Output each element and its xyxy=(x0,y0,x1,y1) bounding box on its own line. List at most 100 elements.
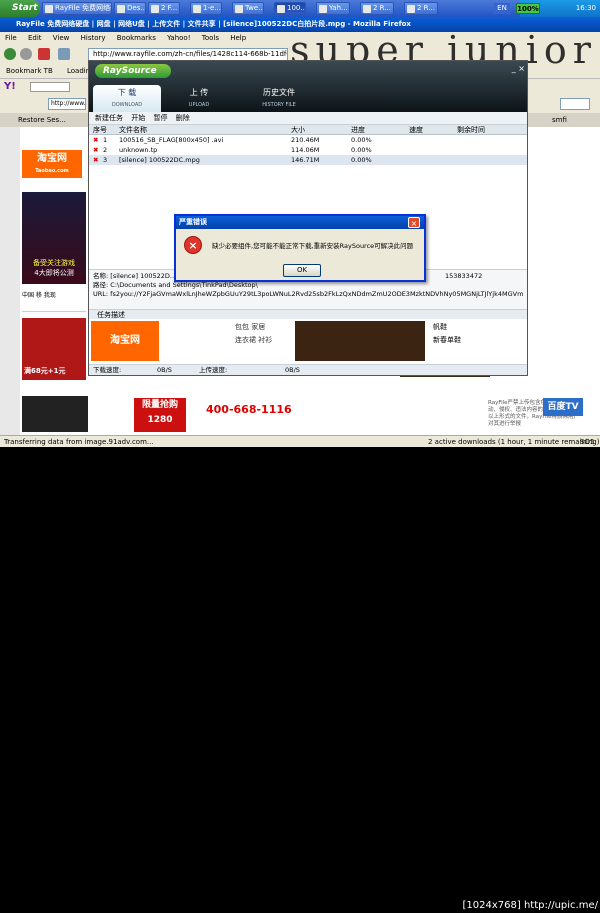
tab-restore-session[interactable]: Restore Ses... xyxy=(18,113,66,127)
row-name: unknown.tp xyxy=(119,146,158,154)
table-row[interactable]: ✖ 2 unknown.tp 114.06M 0.00% xyxy=(89,145,527,155)
row-progress: 0.00% xyxy=(351,156,372,164)
table-row-selected[interactable]: ✖ 3 [silence] 100522DC.mpg 146.71M 0.00% xyxy=(89,155,527,165)
category-bags[interactable]: 包包 xyxy=(235,323,249,331)
taskbar-button[interactable]: 2 R... xyxy=(404,2,438,15)
fashion-ad[interactable] xyxy=(295,321,425,361)
row-progress: 0.00% xyxy=(351,146,372,154)
row-progress: 0.00% xyxy=(351,136,372,144)
path-label: 路径: xyxy=(93,281,109,289)
taobao-ad[interactable]: 淘宝网 Taobao.com xyxy=(22,150,82,178)
row-name: 100516_SB_FLAG[800x450] .avi xyxy=(119,136,224,144)
address-input-partial[interactable]: http://www.r xyxy=(48,98,86,110)
tab-smfb[interactable]: smfi xyxy=(552,113,567,127)
path-value: C:\Documents and Settings\TinkPad\Deskto… xyxy=(110,281,258,289)
menu-yahoo[interactable]: Yahoo! xyxy=(167,34,190,42)
tab-download[interactable]: 下 载 DOWNLOAD xyxy=(93,85,161,112)
task-description-label: 任务描述 xyxy=(97,311,125,319)
window-controls[interactable]: _ × xyxy=(489,64,525,74)
china-mobile-ad[interactable]: 中国 移 我现 xyxy=(22,290,86,312)
back-icon[interactable] xyxy=(4,48,16,60)
taskbar-button[interactable]: 1-e... xyxy=(190,2,222,15)
shoe-category-list: 帆鞋 新春单鞋 xyxy=(433,321,523,361)
col-progress[interactable]: 进度 xyxy=(351,125,365,135)
pause-task-button[interactable]: 暂停 xyxy=(153,114,167,122)
dialog-title: 严重错误 xyxy=(176,216,424,229)
home-icon[interactable] xyxy=(58,48,70,60)
taskbar-button[interactable]: 2 R... xyxy=(360,2,394,15)
col-remaining[interactable]: 剩余时间 xyxy=(457,125,485,135)
taobao-ad-small[interactable]: 淘宝网 xyxy=(91,321,159,361)
category-home[interactable]: 家居 xyxy=(251,323,265,331)
battery-indicator: 100% xyxy=(516,3,540,14)
download-speed-value: 0B/S xyxy=(157,366,172,374)
tab-history-label: 历史文件 xyxy=(263,88,295,97)
table-row[interactable]: ✖ 1 100516_SB_FLAG[800x450] .avi 210.46M… xyxy=(89,135,527,145)
taskbar-button[interactable]: 100... xyxy=(274,2,306,15)
col-speed[interactable]: 速度 xyxy=(409,125,423,135)
raysource-toolbar: 新建任务 开始 暂停 删除 xyxy=(89,112,527,125)
game-ad[interactable]: 备受关注游戏 4大即将公测 xyxy=(22,192,86,284)
speed-bar: 下载速度: 0B/S 上传速度: 0B/S xyxy=(89,364,527,375)
row-name: [silence] 100522DC.mpg xyxy=(119,156,200,164)
upload-speed-value: 0B/S xyxy=(285,366,300,374)
baidu-tv-ad[interactable]: 百度TV xyxy=(543,398,583,416)
limited-offer-ad[interactable]: 限量抢购 1280 xyxy=(134,398,186,432)
row-no: 1 xyxy=(103,136,108,144)
error-x-icon: ✖ xyxy=(93,146,99,154)
name-size-value: 153833472 xyxy=(445,272,483,280)
phone-ad[interactable] xyxy=(22,396,88,432)
menu-file[interactable]: File xyxy=(5,34,17,42)
start-button[interactable]: Start xyxy=(0,0,40,17)
col-no[interactable]: 序号 xyxy=(93,125,107,135)
phone-number-ad[interactable]: 400-668-1116 xyxy=(206,400,316,420)
category-canvas-shoes[interactable]: 帆鞋 xyxy=(433,321,523,334)
close-icon[interactable]: × xyxy=(408,217,420,228)
menu-history[interactable]: History xyxy=(81,34,106,42)
stop-icon[interactable] xyxy=(38,48,50,60)
row-no: 3 xyxy=(103,156,108,164)
category-spring-shoes[interactable]: 新春单鞋 xyxy=(433,334,523,347)
menu-edit[interactable]: Edit xyxy=(28,34,42,42)
start-task-button[interactable]: 开始 xyxy=(131,114,145,122)
search-input[interactable] xyxy=(560,98,590,110)
taskbar-button[interactable]: Yah... xyxy=(316,2,350,15)
delete-task-button[interactable]: 删除 xyxy=(176,114,190,122)
menu-bookmarks[interactable]: Bookmarks xyxy=(117,34,156,42)
clock: 16:30 xyxy=(575,4,596,12)
name-label: 名称: xyxy=(93,272,109,280)
menu-help[interactable]: Help xyxy=(230,34,246,42)
bookmark-item[interactable]: Bookmark TB xyxy=(6,67,53,75)
col-size[interactable]: 大小 xyxy=(291,125,305,135)
yahoo-search-input[interactable] xyxy=(30,82,70,92)
taskbar-button[interactable]: Twe... xyxy=(232,2,264,15)
download-speed-label: 下载速度: xyxy=(93,366,122,374)
taskbar-button[interactable]: RayFile 免费网络硬盘 | 网盘 | 网络U盘 | 2 F... xyxy=(42,2,112,15)
raysource-header: RaySource _ × 下 载 DOWNLOAD 上 传 UPLOAD 历史… xyxy=(89,61,527,112)
taskbar-button[interactable]: 2 F... xyxy=(148,2,180,15)
taskbar-button[interactable]: Des... xyxy=(114,2,146,15)
dress-ad[interactable]: 满68元+1元 xyxy=(22,318,86,380)
upload-speed-label: 上传速度: xyxy=(199,366,228,374)
tab-upload[interactable]: 上 传 UPLOAD xyxy=(169,85,229,112)
forward-icon[interactable] xyxy=(20,48,32,60)
game-ad-line2: 4大即将公测 xyxy=(34,269,74,277)
task-description-tab[interactable]: 任务描述 xyxy=(89,309,527,319)
name-value: [silence] 100522D... xyxy=(110,272,177,280)
menu-tools[interactable]: Tools xyxy=(202,34,219,42)
category-dress[interactable]: 连衣裙 xyxy=(235,336,256,344)
category-shirt[interactable]: 衬衫 xyxy=(258,336,272,344)
col-name[interactable]: 文件名称 xyxy=(119,125,147,135)
new-task-button[interactable]: 新建任务 xyxy=(95,114,123,122)
dress-price-text: 满68元+1元 xyxy=(24,367,66,375)
error-x-icon: ✖ xyxy=(93,136,99,144)
yahoo-logo[interactable]: Y! xyxy=(4,81,16,92)
menu-view[interactable]: View xyxy=(53,34,70,42)
image-caption: [1024x768] http://upic.me/ xyxy=(462,900,598,911)
raysource-ad-area[interactable]: 淘宝网 包包 家居 连衣裙 衬衫 帆鞋 新春单鞋 xyxy=(89,319,527,364)
language-indicator[interactable]: EN xyxy=(494,3,510,14)
tab-history[interactable]: 历史文件 HISTORY FILE xyxy=(239,85,319,112)
raysource-logo: RaySource xyxy=(95,64,171,78)
game-ad-line1: 备受关注游戏 xyxy=(33,259,75,267)
ok-button[interactable]: OK xyxy=(283,264,321,277)
